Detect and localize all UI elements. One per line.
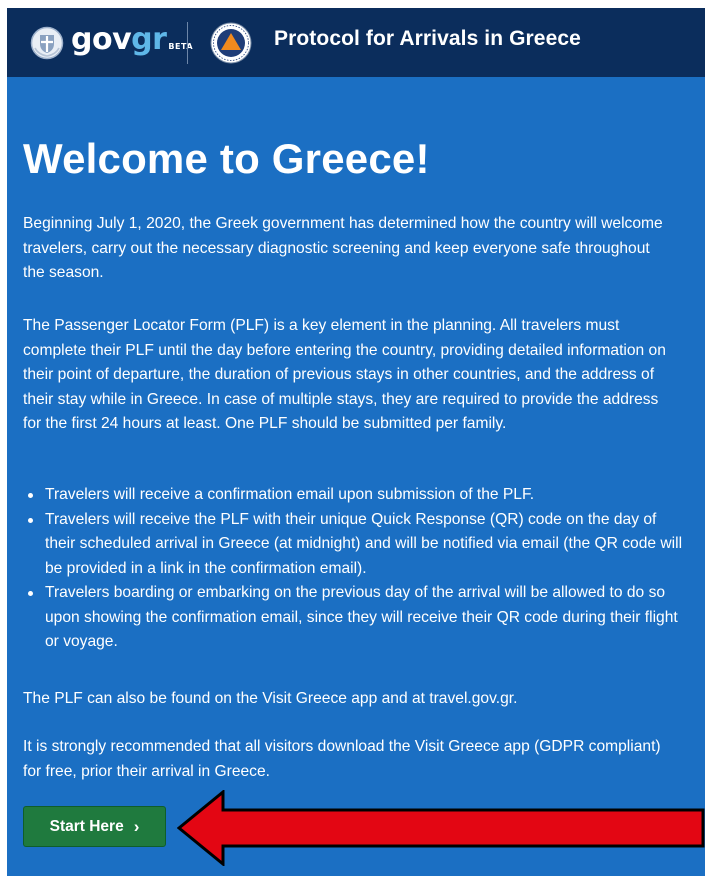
list-item: Travelers boarding or embarking on the p…	[23, 581, 683, 655]
header-title: Protocol for Arrivals in Greece	[274, 27, 581, 50]
header-divider	[187, 22, 188, 64]
start-button-label: Start Here	[49, 817, 124, 835]
main-content: Welcome to Greece! Beginning July 1, 202…	[7, 77, 705, 876]
intro-paragraph: Beginning July 1, 2020, the Greek govern…	[23, 215, 663, 281]
traveler-info-list: Travelers will receive a confirmation em…	[23, 483, 683, 655]
brand-main: gov	[71, 22, 132, 57]
list-item: Travelers will receive a confirmation em…	[23, 483, 683, 508]
list-item: Travelers will receive the PLF with thei…	[23, 508, 683, 582]
page-title: Welcome to Greece!	[23, 135, 430, 182]
start-here-button[interactable]: Start Here ›	[23, 806, 166, 847]
red-arrow-annotation-icon	[177, 790, 705, 866]
recommendation-paragraph: It is strongly recommended that all visi…	[23, 738, 661, 780]
chevron-right-icon: ›	[133, 816, 140, 836]
site-header: gov gr BETA Protocol for Arrivals in Greec…	[7, 8, 705, 77]
beta-badge: BETA	[168, 42, 194, 51]
app-note-paragraph: The PLF can also be found on the Visit G…	[23, 690, 518, 707]
greek-coat-of-arms-icon	[30, 26, 64, 60]
brand-accent: gr	[131, 22, 167, 57]
govgr-logo[interactable]: gov gr BETA	[71, 22, 193, 62]
page-frame: gov gr BETA Protocol for Arrivals in Greec…	[7, 8, 705, 876]
civil-protection-logo-icon	[210, 22, 252, 64]
plf-description-paragraph: The Passenger Locator Form (PLF) is a ke…	[23, 317, 666, 432]
